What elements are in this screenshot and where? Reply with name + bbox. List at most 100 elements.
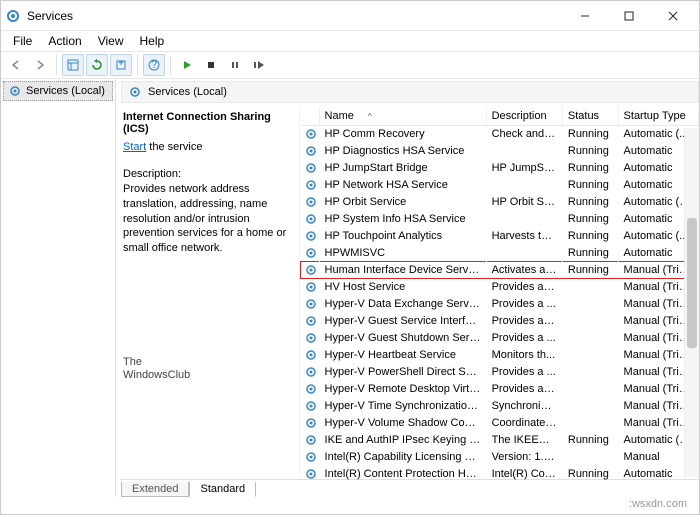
cell-description: Version: 1.6... xyxy=(486,449,562,466)
cell-name: HP Diagnostics HSA Service xyxy=(319,143,486,160)
table-row[interactable]: Hyper-V PowerShell Direct ServiceProvide… xyxy=(301,364,699,381)
show-hide-tree-button[interactable] xyxy=(62,54,84,76)
cell-status: Running xyxy=(562,245,618,262)
gear-icon xyxy=(301,194,320,211)
gear-icon xyxy=(301,347,320,364)
menu-action[interactable]: Action xyxy=(40,32,89,50)
cell-name: Hyper-V Guest Service Interface xyxy=(319,313,486,330)
restart-service-button[interactable] xyxy=(248,54,270,76)
cell-status xyxy=(562,313,618,330)
vertical-scrollbar[interactable] xyxy=(684,128,699,477)
stop-service-button[interactable] xyxy=(200,54,222,76)
cell-description: Monitors th... xyxy=(486,347,562,364)
pane-header-label: Services (Local) xyxy=(148,86,227,98)
gear-icon xyxy=(301,313,320,330)
cell-description: Provides a ... xyxy=(486,364,562,381)
start-service-button[interactable] xyxy=(176,54,198,76)
table-row[interactable]: HP Network HSA ServiceRunningAutomatic xyxy=(301,177,699,194)
cell-description: Activates an... xyxy=(486,262,562,279)
cell-status xyxy=(562,296,618,313)
refresh-button[interactable] xyxy=(86,54,108,76)
menu-help[interactable]: Help xyxy=(132,32,173,50)
cell-description: Harvests tel... xyxy=(486,228,562,245)
cell-status: Running xyxy=(562,432,618,449)
gear-icon xyxy=(301,330,320,347)
cell-description: Provides a p... xyxy=(486,381,562,398)
col-startup[interactable]: Startup Type xyxy=(618,107,698,126)
cell-description: Provides an ... xyxy=(486,313,562,330)
table-row[interactable]: Hyper-V Heartbeat ServiceMonitors th...M… xyxy=(301,347,699,364)
cell-description: Intel(R) Con... xyxy=(486,466,562,483)
pane-header: Services (Local) xyxy=(121,81,699,103)
close-button[interactable] xyxy=(651,2,695,30)
cell-description xyxy=(486,211,562,228)
back-button[interactable] xyxy=(5,54,27,76)
help-button[interactable]: ? xyxy=(143,54,165,76)
table-row[interactable]: Hyper-V Data Exchange ServiceProvides a … xyxy=(301,296,699,313)
cell-name: Intel(R) Content Protection HDCP ... xyxy=(319,466,486,483)
toolbar: ? xyxy=(1,51,699,79)
gear-icon xyxy=(301,211,320,228)
menu-file[interactable]: File xyxy=(5,32,40,50)
col-status[interactable]: Status xyxy=(562,107,618,126)
cell-status: Running xyxy=(562,177,618,194)
cell-name: Hyper-V Remote Desktop Virtualiz... xyxy=(319,381,486,398)
table-row[interactable]: Hyper-V Guest Service InterfaceProvides … xyxy=(301,313,699,330)
minimize-button[interactable] xyxy=(563,2,607,30)
gear-icon xyxy=(301,449,320,466)
tree-root-services-local[interactable]: Services (Local) xyxy=(3,81,113,101)
gear-icon xyxy=(301,466,320,483)
gear-icon xyxy=(301,160,320,177)
start-service-link[interactable]: Start xyxy=(123,141,146,153)
menu-view[interactable]: View xyxy=(90,32,132,50)
description-label: Description: xyxy=(123,167,291,182)
table-row[interactable]: HP Touchpoint AnalyticsHarvests tel...Ru… xyxy=(301,228,699,245)
svg-text:?: ? xyxy=(151,59,157,71)
maximize-button[interactable] xyxy=(607,2,651,30)
cell-status: Running xyxy=(562,228,618,245)
table-row[interactable]: IKE and AuthIP IPsec Keying Modu...The I… xyxy=(301,432,699,449)
pause-service-button[interactable] xyxy=(224,54,246,76)
selected-service-title: Internet Connection Sharing (ICS) xyxy=(123,111,291,135)
services-icon xyxy=(8,84,22,98)
col-name[interactable]: Name^ xyxy=(319,107,486,126)
tree-pane: Services (Local) xyxy=(1,79,116,497)
table-row[interactable]: Hyper-V Volume Shadow Copy Re...Coordina… xyxy=(301,415,699,432)
table-row[interactable]: Human Interface Device ServiceActivates … xyxy=(301,262,699,279)
cell-status xyxy=(562,279,618,296)
table-row[interactable]: HP System Info HSA ServiceRunningAutomat… xyxy=(301,211,699,228)
table-row[interactable]: HP JumpStart BridgeHP JumpSta...RunningA… xyxy=(301,160,699,177)
table-row[interactable]: HPWMISVCRunningAutomatic xyxy=(301,245,699,262)
cell-description xyxy=(486,143,562,160)
table-row[interactable]: Hyper-V Guest Shutdown ServiceProvides a… xyxy=(301,330,699,347)
menu-bar: File Action View Help xyxy=(1,31,699,51)
table-row[interactable]: Hyper-V Remote Desktop Virtualiz...Provi… xyxy=(301,381,699,398)
cell-status: Running xyxy=(562,466,618,483)
table-row[interactable]: HP Diagnostics HSA ServiceRunningAutomat… xyxy=(301,143,699,160)
table-row[interactable]: HP Comm RecoveryCheck and r...RunningAut… xyxy=(301,126,699,143)
cell-name: HP Network HSA Service xyxy=(319,177,486,194)
tab-standard[interactable]: Standard xyxy=(189,482,256,497)
gear-icon xyxy=(301,177,320,194)
cell-name: HV Host Service xyxy=(319,279,486,296)
cell-description: Provides an ... xyxy=(486,279,562,296)
export-list-button[interactable] xyxy=(110,54,132,76)
cell-description: Synchronize... xyxy=(486,398,562,415)
gear-icon xyxy=(301,415,320,432)
table-row[interactable]: Hyper-V Time Synchronization Se...Synchr… xyxy=(301,398,699,415)
gear-icon xyxy=(301,126,320,143)
cell-name: Hyper-V Heartbeat Service xyxy=(319,347,486,364)
forward-button[interactable] xyxy=(29,54,51,76)
detail-panel: Internet Connection Sharing (ICS) Start … xyxy=(121,107,299,477)
cell-description: HP JumpSta... xyxy=(486,160,562,177)
table-row[interactable]: HP Orbit ServiceHP Orbit Se...RunningAut… xyxy=(301,194,699,211)
gear-icon xyxy=(301,228,320,245)
tab-extended[interactable]: Extended xyxy=(121,482,189,497)
col-description[interactable]: Description xyxy=(486,107,562,126)
cell-description: Provides a ... xyxy=(486,330,562,347)
table-row[interactable]: Intel(R) Capability Licensing Servi...Ve… xyxy=(301,449,699,466)
table-row[interactable]: Intel(R) Content Protection HDCP ...Inte… xyxy=(301,466,699,483)
cell-name: Intel(R) Capability Licensing Servi... xyxy=(319,449,486,466)
gear-icon xyxy=(301,262,320,279)
table-row[interactable]: HV Host ServiceProvides an ...Manual (Tr… xyxy=(301,279,699,296)
